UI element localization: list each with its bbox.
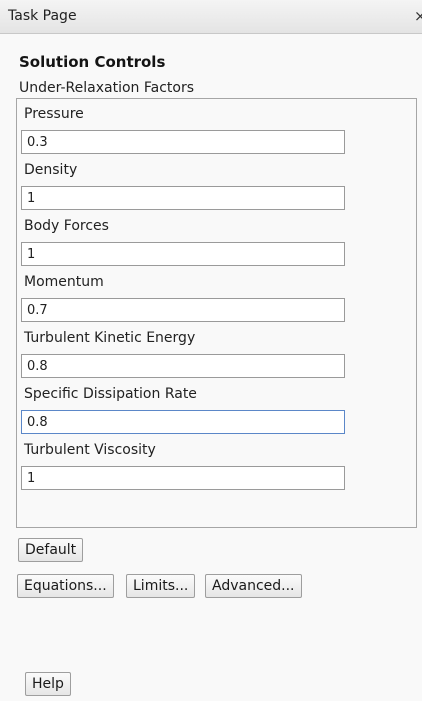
pressure-label: Pressure [24,106,84,122]
density-input[interactable] [21,186,345,210]
close-icon[interactable]: × [414,7,422,25]
equations-button[interactable]: Equations... [17,574,114,598]
body-forces-label: Body Forces [24,218,109,234]
panel-heading: Solution Controls [19,53,166,71]
help-button[interactable]: Help [25,672,71,696]
momentum-input[interactable] [21,298,345,322]
advanced-button[interactable]: Advanced... [205,574,302,598]
body-forces-input[interactable] [21,242,345,266]
limits-button[interactable]: Limits... [126,574,196,598]
density-label: Density [24,162,78,178]
window-title: Task Page [8,8,77,24]
specific-dissipation-rate-input[interactable] [21,410,345,434]
pressure-input[interactable] [21,130,345,154]
turbulent-kinetic-energy-label: Turbulent Kinetic Energy [24,330,196,346]
turbulent-kinetic-energy-input[interactable] [21,354,345,378]
turbulent-viscosity-label: Turbulent Viscosity [24,442,156,458]
specific-dissipation-rate-label: Specific Dissipation Rate [24,386,197,402]
turbulent-viscosity-input[interactable] [21,466,345,490]
momentum-label: Momentum [24,274,104,290]
under-relaxation-group-title: Under-Relaxation Factors [19,80,194,96]
default-button[interactable]: Default [18,538,84,562]
title-bar: Task Page × [0,0,422,34]
